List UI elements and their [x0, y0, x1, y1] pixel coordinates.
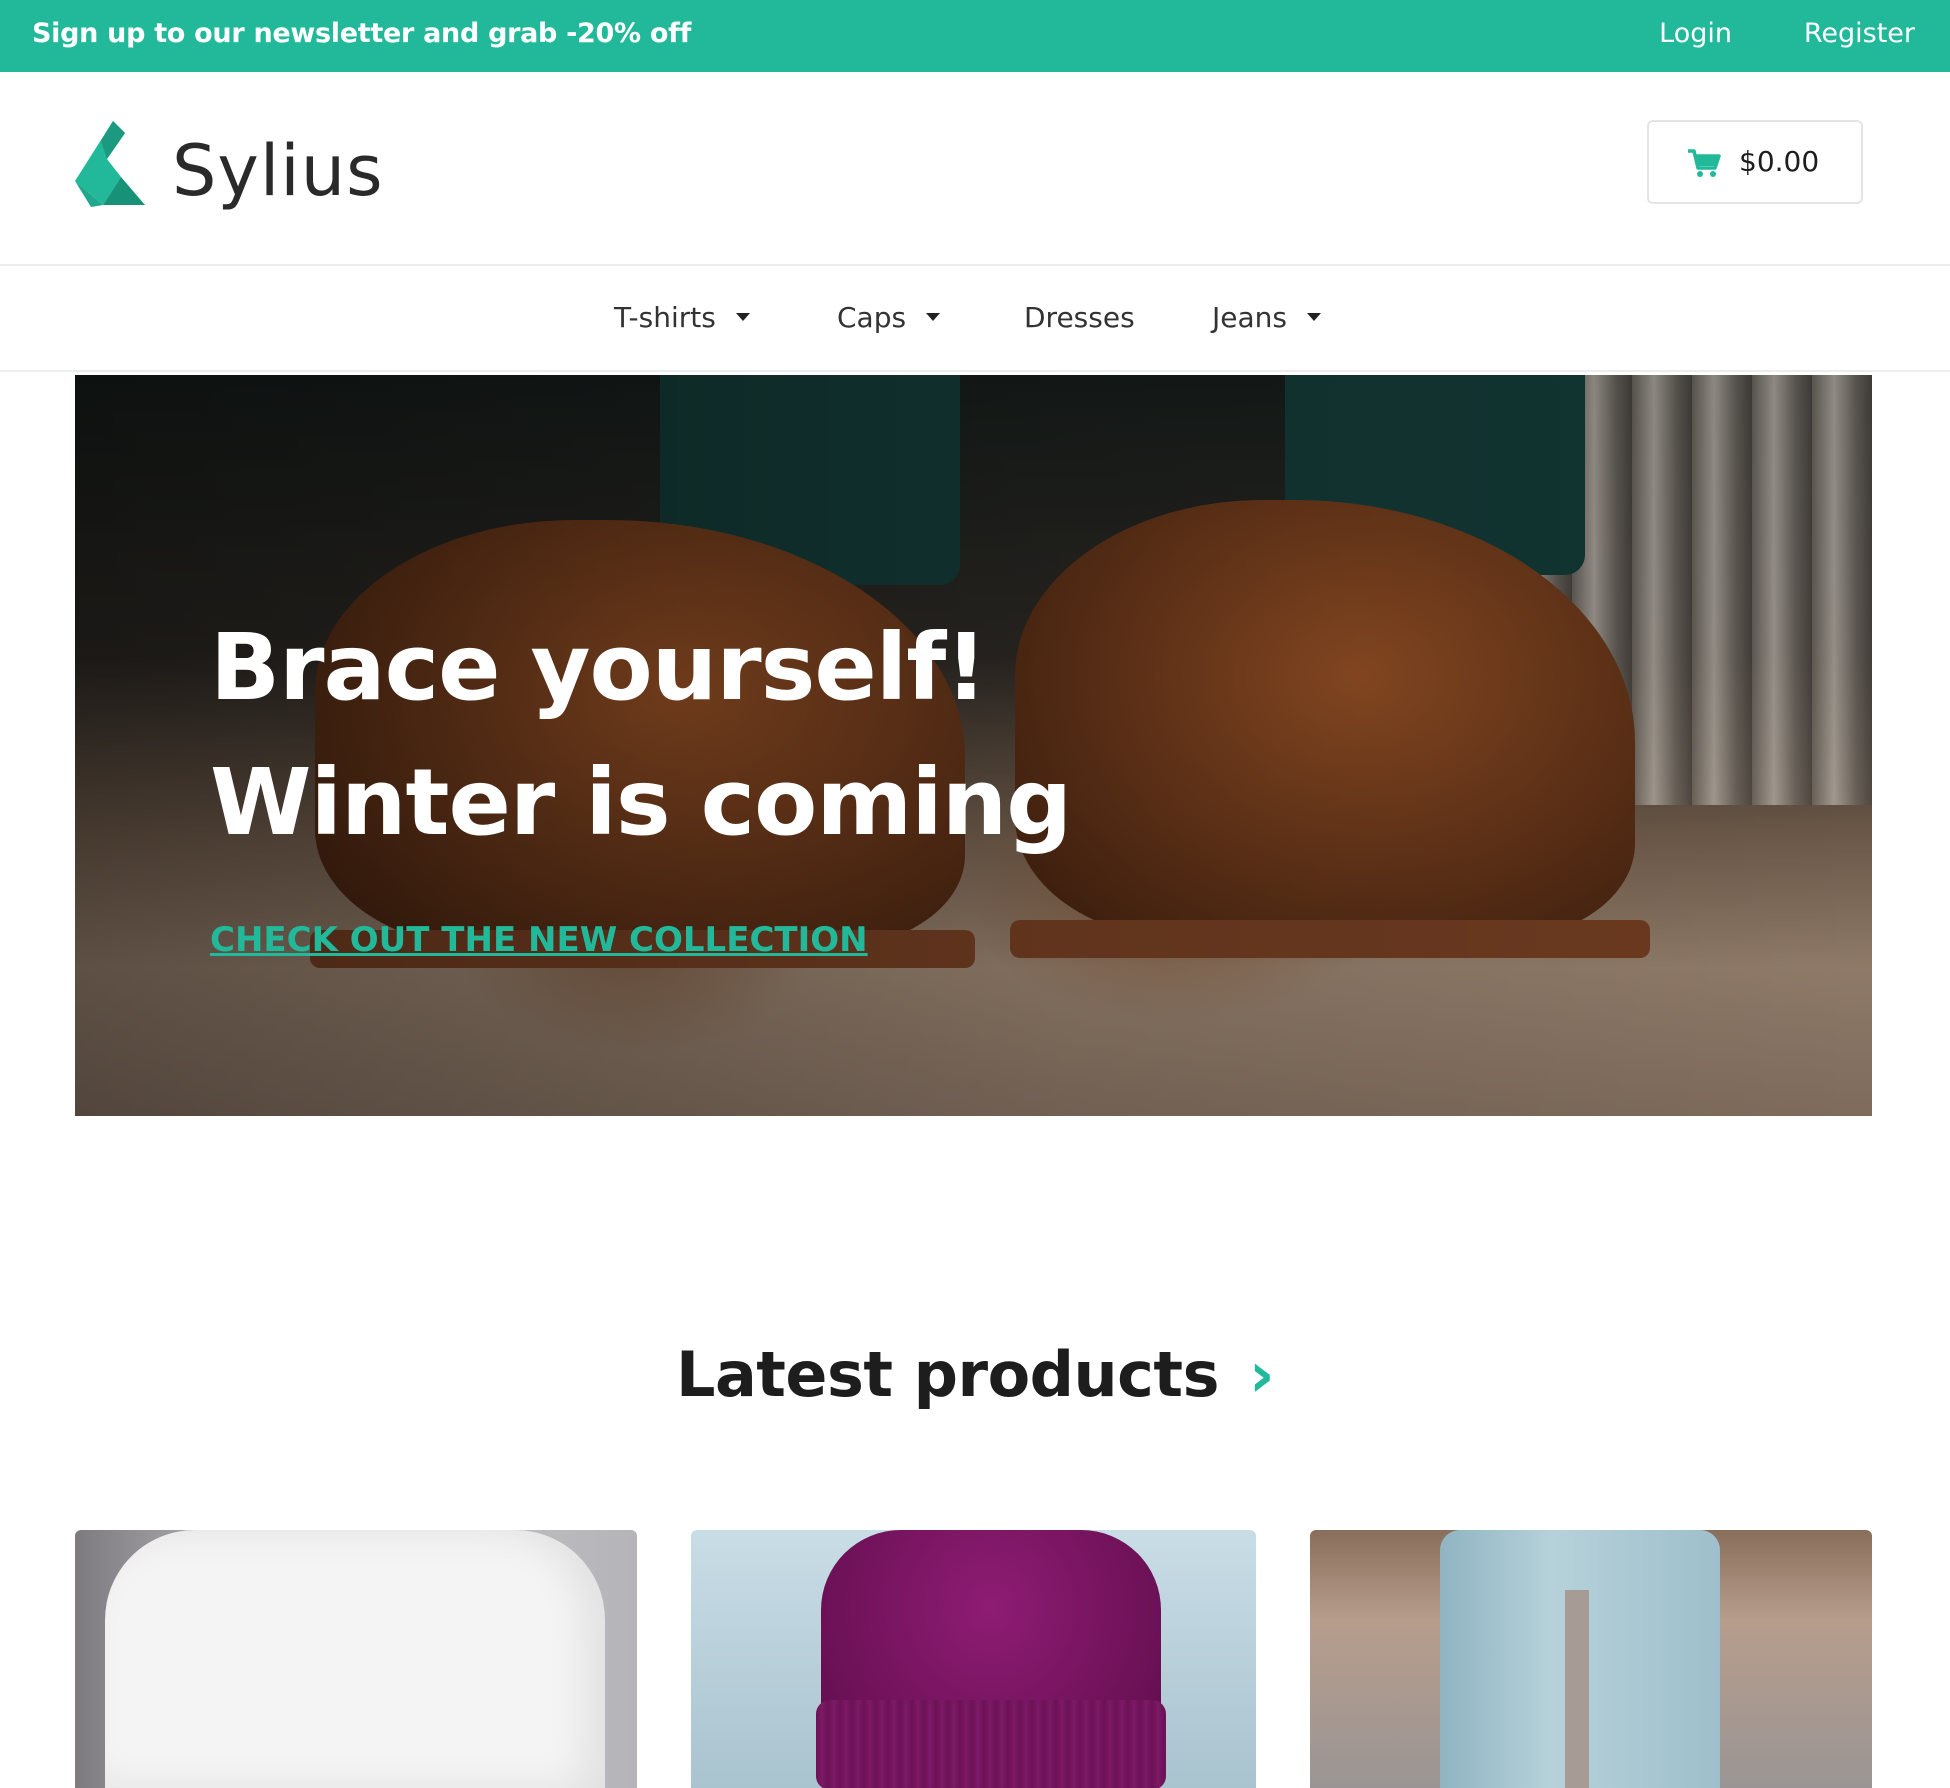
latest-products-title[interactable]: Latest products	[676, 1338, 1220, 1411]
latest-products-heading: Latest products ›	[0, 1338, 1950, 1411]
caret-down-icon	[1306, 313, 1321, 321]
nav-item-tshirts[interactable]: T-shirts	[614, 266, 750, 370]
cart-total: $0.00	[1739, 145, 1820, 178]
hero-headline-line2: Winter is coming	[210, 749, 1072, 856]
product-card-cap[interactable]	[691, 1530, 1256, 1788]
product-image-jeans-gap	[1565, 1590, 1589, 1788]
nav-item-label: T-shirts	[614, 301, 716, 334]
shopping-cart-icon	[1688, 149, 1721, 177]
hero-headline-line1: Brace yourself!	[210, 614, 987, 721]
nav-item-dresses[interactable]: Dresses	[1024, 266, 1135, 370]
caret-down-icon	[735, 313, 750, 321]
register-link[interactable]: Register	[1804, 0, 1915, 68]
cart-button[interactable]: $0.00	[1647, 120, 1863, 204]
product-card-tshirt[interactable]	[75, 1530, 637, 1788]
site-header: Sylius $0.00	[0, 72, 1950, 266]
main-menu: T-shirts Caps Dresses Jeans	[0, 266, 1950, 372]
sylius-swan-icon	[75, 121, 145, 207]
nav-item-label: Jeans	[1212, 301, 1287, 334]
nav-item-jeans[interactable]: Jeans	[1212, 266, 1321, 370]
nav-item-label: Dresses	[1024, 301, 1135, 334]
newsletter-promo-text[interactable]: Sign up to our newsletter and grab -20% …	[32, 0, 691, 68]
product-card-jeans[interactable]	[1310, 1530, 1872, 1788]
site-logo[interactable]: Sylius	[73, 119, 393, 215]
logo-wordmark: Sylius	[172, 130, 384, 212]
hero-headline: Brace yourself! Winter is coming	[210, 600, 1072, 870]
newsletter-bar: Sign up to our newsletter and grab -20% …	[0, 0, 1950, 72]
product-image-beanie-fold	[816, 1700, 1166, 1788]
chevron-right-icon[interactable]: ›	[1249, 1338, 1275, 1411]
hero-banner: Brace yourself! Winter is coming CHECK O…	[75, 375, 1872, 1116]
product-image-tshirt	[105, 1530, 605, 1788]
caret-down-icon	[926, 313, 941, 321]
new-collection-link[interactable]: CHECK OUT THE NEW COLLECTION	[210, 920, 868, 960]
login-link[interactable]: Login	[1659, 0, 1732, 68]
nav-item-label: Caps	[837, 301, 907, 334]
nav-item-caps[interactable]: Caps	[837, 266, 941, 370]
